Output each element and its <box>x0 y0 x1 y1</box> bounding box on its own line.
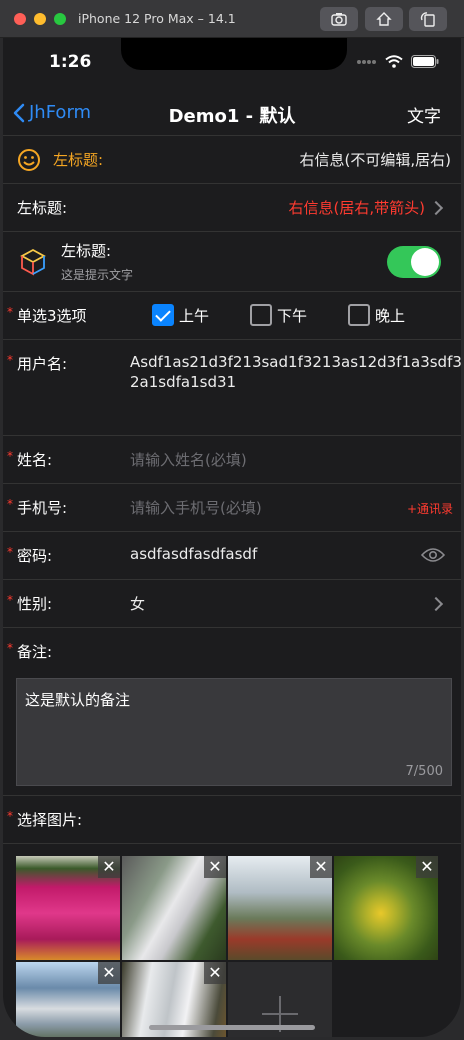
option-evening-checkbox[interactable] <box>348 304 370 326</box>
required-mark: * <box>7 353 13 367</box>
battery-icon <box>411 55 439 68</box>
row3-left-label: 左标题: <box>61 242 112 260</box>
row-name: * 姓名: 请输入姓名(必填) <box>3 436 461 484</box>
row1-left-label: 左标题: <box>53 151 104 169</box>
option-afternoon-label[interactable]: 下午 <box>277 305 307 326</box>
single-select-label: 单选3选项 <box>17 307 87 325</box>
page-title: Demo1 - 默认 <box>168 106 296 127</box>
required-mark: * <box>7 641 13 655</box>
image-thumbnail[interactable]: ✕ <box>16 856 120 960</box>
row3-hint: 这是提示文字 <box>61 268 134 282</box>
row-password: * 密码: asdfasdfasdfasdf <box>3 532 461 580</box>
chevron-right-icon <box>428 200 444 216</box>
row3-toggle[interactable] <box>387 246 441 278</box>
simulator-title-bar: iPhone 12 Pro Max – 14.1 <box>0 0 464 38</box>
screenshot-button[interactable] <box>320 7 358 31</box>
row-username: * 用户名: Asdf1as21d3f213sad1f3213as12d3f1a… <box>3 340 461 436</box>
password-input[interactable]: asdfasdfasdfasdf <box>130 545 257 563</box>
remove-image-button[interactable]: ✕ <box>98 856 120 878</box>
row-right-info: 左标题: 右信息(不可编辑,居右) <box>3 136 461 184</box>
remark-label: 备注: <box>17 643 53 661</box>
username-input[interactable]: Asdf1as21d3f213sad1f3213as12d3f1a3sdf3 2… <box>130 352 461 392</box>
image-thumbnail[interactable]: ✕ <box>228 856 332 960</box>
wifi-icon <box>385 55 403 68</box>
option-morning-checkbox[interactable] <box>152 304 174 326</box>
row-phone: * 手机号: 请输入手机号(必填) +通讯录 <box>3 484 461 532</box>
rotate-icon <box>420 12 435 27</box>
simulator-title: iPhone 12 Pro Max – 14.1 <box>78 11 236 26</box>
password-label: 密码: <box>17 547 53 565</box>
remark-text: 这是默认的备注 <box>25 691 131 709</box>
row-right-arrow[interactable]: 左标题: 右信息(居右,带箭头) <box>3 184 461 232</box>
username-value-line1: Asdf1as21d3f213sad1f3213as12d3f1a3sdf3 <box>130 353 461 371</box>
option-afternoon-checkbox[interactable] <box>250 304 272 326</box>
signal-icon <box>357 59 376 64</box>
remove-image-button[interactable]: ✕ <box>310 856 332 878</box>
username-label: 用户名: <box>17 355 68 373</box>
rotate-button[interactable] <box>409 7 447 31</box>
camera-icon <box>331 13 347 26</box>
cube-icon <box>20 248 46 276</box>
remark-counter: 7/500 <box>405 764 443 779</box>
username-value-line2: 2a1sdfa1sd31 <box>130 373 237 391</box>
eye-icon[interactable] <box>421 547 445 563</box>
required-mark: * <box>7 593 13 607</box>
required-mark: * <box>7 305 13 319</box>
remark-textarea[interactable]: 这是默认的备注 7/500 <box>16 678 452 786</box>
remove-image-button[interactable]: ✕ <box>204 962 226 984</box>
zoom-window-button[interactable] <box>54 13 66 25</box>
home-button[interactable] <box>365 7 403 31</box>
required-mark: * <box>7 449 13 463</box>
phone-screen: 1:26 JhForm Demo1 - 默认 文字 左标题: 右信息(不可编辑,… <box>3 38 461 1037</box>
required-mark: * <box>7 497 13 511</box>
navigation-bar: JhForm Demo1 - 默认 文字 <box>3 90 461 136</box>
gender-label: 性别: <box>17 595 53 613</box>
phone-label: 手机号: <box>17 499 68 517</box>
home-icon <box>376 12 392 26</box>
remove-image-button[interactable]: ✕ <box>204 856 226 878</box>
option-evening-label[interactable]: 晚上 <box>375 305 405 326</box>
status-icons <box>357 55 439 68</box>
name-label: 姓名: <box>17 451 53 469</box>
home-indicator <box>149 1025 315 1030</box>
row-gender[interactable]: * 性别: 女 <box>3 580 461 628</box>
phone-input[interactable]: 请输入手机号(必填) <box>130 497 262 518</box>
name-input[interactable]: 请输入姓名(必填) <box>130 449 247 470</box>
minimize-window-button[interactable] <box>34 13 46 25</box>
row2-left-label: 左标题: <box>17 199 68 217</box>
images-label: 选择图片: <box>17 811 83 829</box>
remove-image-button[interactable]: ✕ <box>416 856 438 878</box>
gender-value: 女 <box>130 595 146 613</box>
required-mark: * <box>7 545 13 559</box>
status-time: 1:26 <box>49 52 92 72</box>
image-thumbnail[interactable]: ✕ <box>16 962 120 1037</box>
row2-right-info: 右信息(居右,带箭头) <box>288 199 425 217</box>
smiley-icon <box>18 149 40 171</box>
row-single-select: * 单选3选项 上午 下午 晚上 <box>3 292 461 340</box>
notch <box>121 38 347 70</box>
option-morning-label[interactable]: 上午 <box>179 305 209 326</box>
nav-right-button[interactable]: 文字 <box>407 102 441 127</box>
image-thumbnail[interactable]: ✕ <box>334 856 438 960</box>
contacts-button[interactable]: +通讯录 <box>407 500 453 517</box>
chevron-right-icon <box>428 596 444 612</box>
row-switch: 左标题: 这是提示文字 <box>3 232 461 292</box>
row-images: * 选择图片: <box>3 796 461 844</box>
close-window-button[interactable] <box>14 13 26 25</box>
row1-right-info: 右信息(不可编辑,居右) <box>299 151 451 169</box>
image-thumbnail[interactable]: ✕ <box>122 856 226 960</box>
remove-image-button[interactable]: ✕ <box>98 962 120 984</box>
required-mark: * <box>7 809 13 823</box>
